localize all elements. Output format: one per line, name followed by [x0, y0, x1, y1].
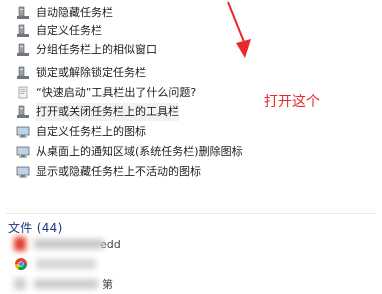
redacted-filename	[34, 239, 104, 249]
chrome-icon	[14, 258, 27, 271]
annotation-text: 打开这个	[264, 94, 320, 110]
result-remove-notification-icons[interactable]: 从桌面上的通知区域(系统任务栏)删除图标	[16, 143, 243, 161]
result-label: 自动隐藏任务栏	[36, 6, 113, 19]
control-panel-item-icon	[17, 24, 29, 37]
start-search-results-panel: 自动隐藏任务栏 自定义任务栏 分组任务栏上的相似窗口 锁定或解除锁定任务栏 “快…	[0, 0, 382, 291]
result-label: 分组任务栏上的相似窗口	[36, 43, 157, 56]
result-toggle-toolbars[interactable]: 打开或关闭任务栏上的工具栏	[16, 103, 179, 121]
redacted-filename	[34, 279, 98, 289]
result-quick-launch-help[interactable]: “快速启动”工具栏出了什么问题?	[16, 84, 196, 102]
result-label: 从桌面上的通知区域(系统任务栏)删除图标	[36, 145, 243, 158]
result-customize-taskbar-icons[interactable]: 自定义任务栏上的图标	[16, 123, 146, 141]
result-label: “快速启动”工具栏出了什么问题?	[36, 86, 197, 99]
document-icon	[14, 278, 26, 290]
file-result-2[interactable]	[14, 254, 96, 274]
section-divider	[6, 213, 376, 214]
result-label: 打开或关闭任务栏上的工具栏	[36, 103, 179, 121]
result-auto-hide-taskbar[interactable]: 自动隐藏任务栏	[16, 4, 113, 22]
result-show-hide-inactive-icons[interactable]: 显示或隐藏任务栏上不活动的图标	[16, 163, 201, 181]
help-icon	[18, 86, 28, 99]
control-panel-item-icon	[17, 6, 29, 19]
result-label: 自定义任务栏上的图标	[36, 125, 146, 138]
file-result-3[interactable]: 第	[14, 274, 113, 294]
redacted-filename	[36, 259, 96, 269]
control-panel-item-icon	[17, 43, 29, 56]
result-group-similar-windows[interactable]: 分组任务栏上的相似窗口	[16, 41, 157, 59]
document-icon	[14, 237, 26, 251]
result-label: 显示或隐藏任务栏上不活动的图标	[36, 165, 201, 178]
result-lock-taskbar[interactable]: 锁定或解除锁定任务栏	[16, 64, 146, 82]
monitor-icon	[16, 126, 30, 138]
result-label: 锁定或解除锁定任务栏	[36, 66, 146, 79]
control-panel-item-icon	[17, 105, 29, 118]
monitor-icon	[16, 166, 30, 178]
file-name-fragment: 第	[102, 278, 113, 291]
monitor-icon	[16, 146, 30, 158]
file-result-1[interactable]: edd	[14, 234, 121, 254]
control-panel-item-icon	[17, 66, 29, 79]
result-label: 自定义任务栏	[36, 24, 102, 37]
result-customize-taskbar[interactable]: 自定义任务栏	[16, 22, 102, 40]
